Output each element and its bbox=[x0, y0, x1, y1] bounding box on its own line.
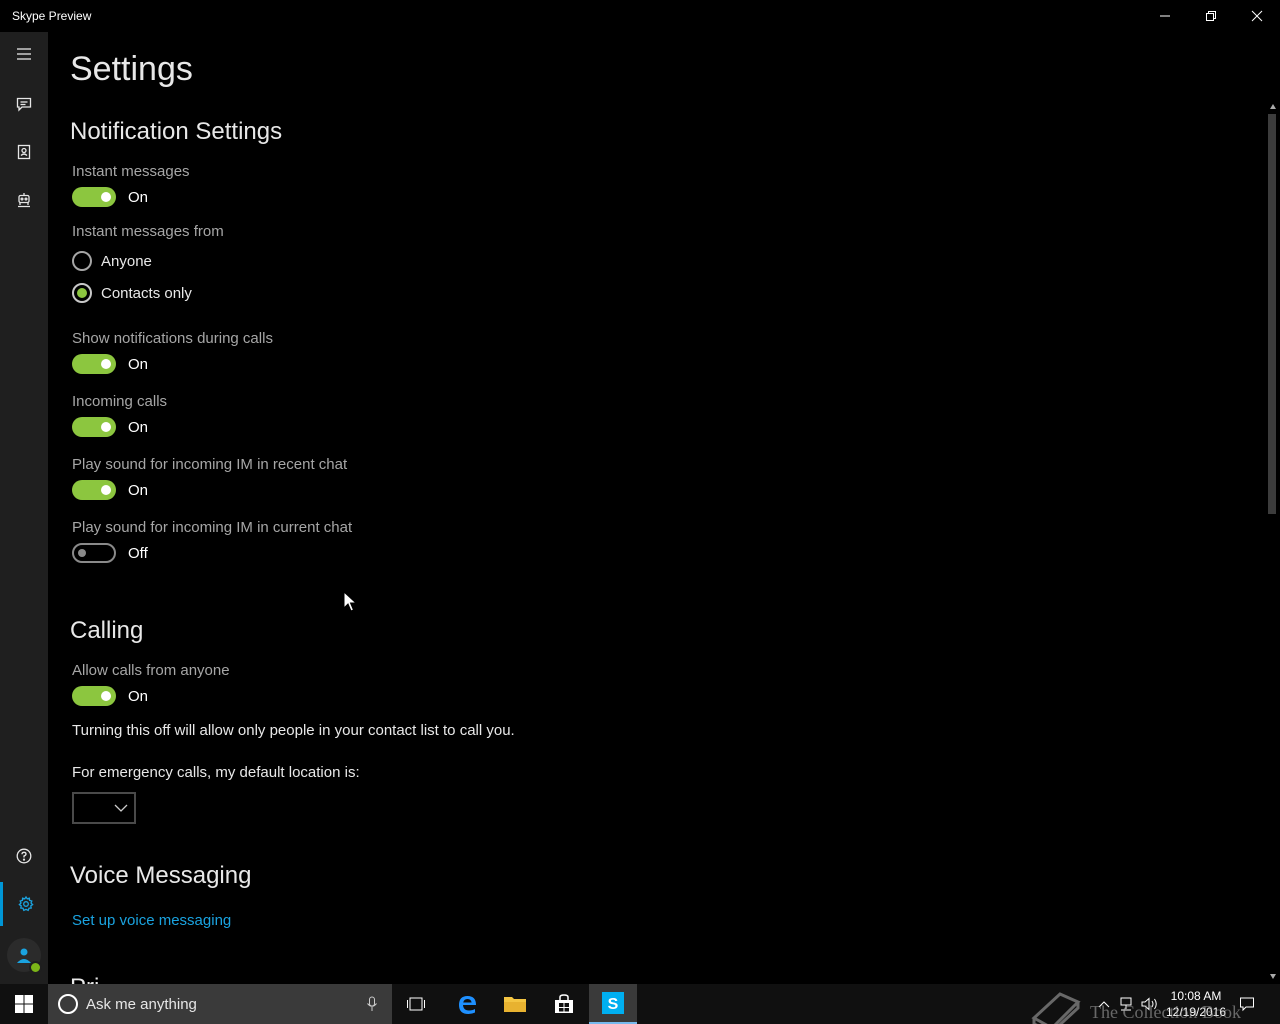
instant-messages-toggle[interactable]: On bbox=[72, 186, 148, 208]
toggle-state-label: On bbox=[128, 687, 149, 705]
cortana-icon bbox=[58, 994, 78, 1014]
calling-note: Turning this off will allow only people … bbox=[72, 722, 515, 739]
edge-icon bbox=[459, 996, 476, 1014]
allow-calls-label: Allow calls from anyone bbox=[72, 662, 230, 679]
incoming-calls-label: Incoming calls bbox=[72, 393, 168, 410]
restore-icon bbox=[1206, 11, 1216, 21]
windows-logo-icon bbox=[15, 995, 33, 1013]
navigation-rail bbox=[0, 32, 48, 984]
help-button[interactable] bbox=[0, 834, 48, 878]
notifications-during-calls-toggle[interactable]: On bbox=[72, 353, 148, 375]
toggle-state-label: On bbox=[128, 418, 149, 436]
emergency-location-label: For emergency calls, my default location… bbox=[72, 764, 360, 781]
watermark: The Collection Book bbox=[1030, 990, 1241, 1024]
window-title: Skype Preview bbox=[12, 9, 92, 23]
close-button[interactable] bbox=[1234, 0, 1280, 32]
recent-chats-button[interactable] bbox=[0, 82, 48, 126]
toggle-state-label: On bbox=[128, 481, 149, 499]
radio-contacts-only[interactable]: Contacts only bbox=[72, 282, 192, 304]
search-placeholder: Ask me anything bbox=[86, 995, 197, 1013]
minimize-button[interactable] bbox=[1142, 0, 1188, 32]
toggle-switch[interactable] bbox=[72, 187, 116, 207]
person-icon bbox=[17, 948, 31, 963]
hamburger-menu-button[interactable] bbox=[0, 32, 48, 76]
settings-button[interactable] bbox=[0, 882, 48, 926]
chevron-down-icon bbox=[114, 804, 128, 812]
title-bar: Skype Preview bbox=[0, 0, 1280, 32]
sound-recent-chat-toggle[interactable]: On bbox=[72, 479, 148, 501]
restore-button[interactable] bbox=[1188, 0, 1234, 32]
settings-page: Settings Notification Settings Instant m… bbox=[48, 32, 1266, 984]
store-button[interactable] bbox=[540, 984, 588, 1024]
chat-icon bbox=[16, 97, 32, 112]
skype-icon: S bbox=[602, 992, 624, 1014]
hamburger-menu-icon bbox=[17, 48, 31, 60]
radio-label: Contacts only bbox=[101, 284, 192, 302]
toggle-state-label: Off bbox=[128, 544, 148, 562]
book-logo-icon bbox=[1031, 992, 1081, 1024]
allow-calls-toggle[interactable]: On bbox=[72, 685, 148, 707]
scroll-down-icon[interactable] bbox=[1269, 972, 1277, 980]
toggle-switch[interactable] bbox=[72, 480, 116, 500]
sound-current-chat-toggle[interactable]: Off bbox=[72, 542, 148, 564]
minimize-icon bbox=[1160, 15, 1170, 17]
svg-text:S: S bbox=[608, 996, 619, 1013]
toggle-switch[interactable] bbox=[72, 354, 116, 374]
scroll-up-icon[interactable] bbox=[1269, 103, 1277, 111]
sound-current-chat-label: Play sound for incoming IM in current ch… bbox=[72, 519, 353, 536]
radio-label: Anyone bbox=[101, 252, 152, 270]
microphone-icon[interactable] bbox=[366, 996, 378, 1012]
notifications-during-calls-label: Show notifications during calls bbox=[72, 330, 273, 347]
vertical-scrollbar[interactable] bbox=[1266, 100, 1280, 984]
scroll-thumb[interactable] bbox=[1268, 114, 1276, 514]
partial-section-heading: Pri bbox=[70, 974, 99, 984]
notification-settings-heading: Notification Settings bbox=[70, 118, 283, 145]
voice-messaging-heading: Voice Messaging bbox=[70, 862, 252, 889]
incoming-calls-toggle[interactable]: On bbox=[72, 416, 148, 438]
calling-heading: Calling bbox=[70, 617, 144, 644]
skype-taskbar-button[interactable]: S bbox=[589, 984, 637, 1024]
folder-icon bbox=[504, 997, 526, 1012]
close-icon bbox=[1251, 10, 1263, 22]
sound-recent-chat-label: Play sound for incoming IM in recent cha… bbox=[72, 456, 348, 473]
mouse-cursor-icon bbox=[343, 591, 357, 612]
notification-icon bbox=[1240, 997, 1254, 1012]
cortana-search-box[interactable]: Ask me anything bbox=[48, 984, 392, 1024]
instant-messages-from-label: Instant messages from bbox=[72, 223, 224, 240]
edge-browser-button[interactable] bbox=[443, 984, 491, 1024]
emergency-location-dropdown[interactable] bbox=[72, 792, 136, 824]
start-button[interactable] bbox=[0, 984, 48, 1024]
contacts-button[interactable] bbox=[0, 130, 48, 174]
toggle-switch[interactable] bbox=[72, 543, 116, 563]
setup-voice-messaging-link[interactable]: Set up voice messaging bbox=[72, 912, 231, 929]
contacts-icon bbox=[17, 144, 31, 160]
radio-anyone[interactable]: Anyone bbox=[72, 250, 152, 272]
store-icon bbox=[555, 994, 573, 1013]
instant-messages-label: Instant messages bbox=[72, 163, 190, 180]
page-title: Settings bbox=[70, 50, 193, 88]
bot-icon bbox=[18, 193, 30, 208]
bots-button[interactable] bbox=[0, 178, 48, 222]
toggle-switch[interactable] bbox=[72, 686, 116, 706]
file-explorer-button[interactable] bbox=[491, 984, 539, 1024]
toggle-switch[interactable] bbox=[72, 417, 116, 437]
radio-button[interactable] bbox=[72, 283, 92, 303]
online-status-badge bbox=[29, 961, 42, 974]
task-view-icon bbox=[407, 997, 425, 1011]
task-view-button[interactable] bbox=[392, 984, 440, 1024]
toggle-state-label: On bbox=[128, 188, 149, 206]
help-icon bbox=[16, 848, 32, 864]
toggle-state-label: On bbox=[128, 355, 149, 373]
gear-icon bbox=[17, 896, 34, 912]
radio-button[interactable] bbox=[72, 251, 92, 271]
watermark-text: The Collection Book bbox=[1090, 1001, 1241, 1022]
